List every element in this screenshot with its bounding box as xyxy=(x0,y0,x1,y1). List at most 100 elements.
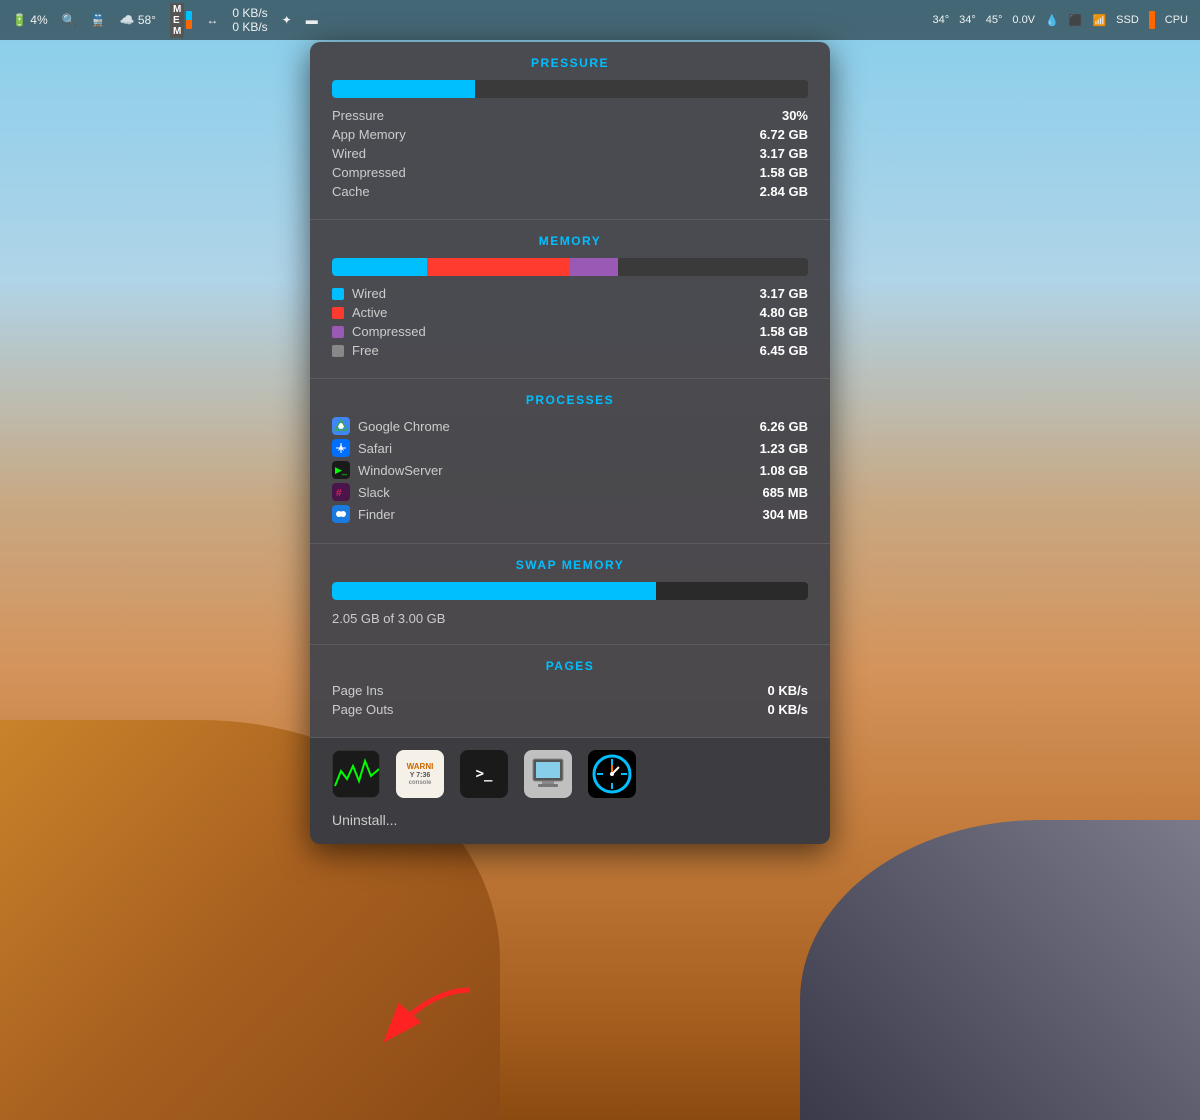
safari-process-value: 1.23 GB xyxy=(760,441,808,456)
chrome-process-row: Google Chrome 6.26 GB xyxy=(332,417,808,435)
pressure-value: 30% xyxy=(782,108,808,123)
temp-sensor-1: 34° xyxy=(932,14,949,26)
pressure-bar xyxy=(332,80,808,98)
app-memory-row: App Memory 6.72 GB xyxy=(332,127,808,142)
activity-monitor-dock-icon[interactable] xyxy=(332,750,380,798)
safari-process-row: Safari 1.23 GB xyxy=(332,439,808,457)
weather-label: ☁️ 58° xyxy=(120,13,156,27)
istat-dock-icon[interactable] xyxy=(588,750,636,798)
display-icon[interactable]: ▬ xyxy=(306,13,318,27)
page-outs-value: 0 KB/s xyxy=(768,702,808,717)
compressed-memory-label: Compressed xyxy=(332,324,426,339)
wired-pressure-value: 3.17 GB xyxy=(760,146,808,161)
page-ins-label: Page Ins xyxy=(332,683,383,698)
wired-pressure-label: Wired xyxy=(332,146,366,161)
cpu-label: CPU xyxy=(1165,14,1188,26)
voltage-display: 0.0V xyxy=(1012,14,1035,26)
water-icon[interactable]: 💧 xyxy=(1045,14,1059,27)
compressed-memory-value: 1.58 GB xyxy=(760,324,808,339)
wired-memory-value: 3.17 GB xyxy=(760,286,808,301)
safari-icon xyxy=(332,439,350,457)
memory-bar-free xyxy=(618,258,808,276)
swap-memory-section: SWAP MEMORY 2.05 GB of 3.00 GB xyxy=(310,544,830,645)
memory-title: MEMORY xyxy=(332,234,808,248)
page-ins-row: Page Ins 0 KB/s xyxy=(332,683,808,698)
mem-badge[interactable]: MEM xyxy=(170,3,192,38)
magnifier-icon[interactable]: 🔍 xyxy=(62,13,77,27)
active-memory-label: Active xyxy=(332,305,387,320)
windowserver-process-value: 1.08 GB xyxy=(760,463,808,478)
dock-row: WARNI Y 7:36 console >_ xyxy=(310,738,830,812)
swap-memory-title: SWAP MEMORY xyxy=(332,558,808,572)
flux-icon[interactable]: ✦ xyxy=(282,13,292,27)
memory-bar xyxy=(332,258,808,276)
uninstall-label[interactable]: Uninstall... xyxy=(332,812,397,828)
memory-section: MEMORY Wired 3.17 GB Active 4.80 GB Com xyxy=(310,220,830,379)
compressed-pressure-row: Compressed 1.58 GB xyxy=(332,165,808,180)
memory-bar-active xyxy=(427,258,570,276)
network-stats: 0 KB/s 0 KB/s xyxy=(232,6,267,34)
pressure-section: PRESSURE Pressure 30% App Memory 6.72 GB… xyxy=(310,42,830,220)
resize-icon[interactable]: ↔ xyxy=(206,13,218,27)
console-dock-icon[interactable]: WARNI Y 7:36 console xyxy=(396,750,444,798)
pressure-title: PRESSURE xyxy=(332,56,808,70)
active-dot xyxy=(332,307,344,319)
uninstall-row: Uninstall... xyxy=(310,812,830,844)
pressure-label: Pressure xyxy=(332,108,384,123)
chrome-process-label: Google Chrome xyxy=(332,417,450,435)
compressed-memory-row: Compressed 1.58 GB xyxy=(332,324,808,339)
cache-value: 2.84 GB xyxy=(760,184,808,199)
system-info-dock-icon[interactable] xyxy=(524,750,572,798)
slack-icon: # xyxy=(332,483,350,501)
slack-process-row: # Slack 685 MB xyxy=(332,483,808,501)
ssd-label: SSD xyxy=(1116,14,1139,26)
slack-process-value: 685 MB xyxy=(762,485,808,500)
app-memory-label: App Memory xyxy=(332,127,406,142)
cache-label: Cache xyxy=(332,184,370,199)
page-outs-label: Page Outs xyxy=(332,702,393,717)
train-icon[interactable]: 🚆 xyxy=(91,13,106,27)
free-dot xyxy=(332,345,344,357)
processes-title: PROCESSES xyxy=(332,393,808,407)
terminal-icon-label: >_ xyxy=(476,766,493,782)
terminal-dock-icon[interactable]: >_ xyxy=(460,750,508,798)
mem-bar-mini xyxy=(186,11,192,29)
menubar: 🔋 4% 🔍 🚆 ☁️ 58° MEM ↔ 0 KB/s 0 KB/s ✦ ▬ … xyxy=(0,0,1200,40)
pressure-row: Pressure 30% xyxy=(332,108,808,123)
compressed-dot xyxy=(332,326,344,338)
chrome-icon xyxy=(332,417,350,435)
memory-popup-panel: PRESSURE Pressure 30% App Memory 6.72 GB… xyxy=(310,42,830,844)
wired-memory-row: Wired 3.17 GB xyxy=(332,286,808,301)
windowserver-icon: ▶_ xyxy=(332,461,350,479)
screen-record-icon[interactable]: ⬛ xyxy=(1069,14,1083,27)
active-memory-row: Active 4.80 GB xyxy=(332,305,808,320)
free-memory-value: 6.45 GB xyxy=(760,343,808,358)
temp-sensor-2: 34° xyxy=(959,14,976,26)
active-memory-value: 4.80 GB xyxy=(760,305,808,320)
temp-sensor-3: 45° xyxy=(986,14,1003,26)
swap-bar-fill xyxy=(332,582,656,600)
compressed-pressure-label: Compressed xyxy=(332,165,406,180)
finder-process-value: 304 MB xyxy=(762,507,808,522)
compressed-pressure-value: 1.58 GB xyxy=(760,165,808,180)
wired-pressure-row: Wired 3.17 GB xyxy=(332,146,808,161)
pages-title: PAGES xyxy=(332,659,808,673)
cpu-bar-mini xyxy=(1149,11,1155,29)
free-memory-row: Free 6.45 GB xyxy=(332,343,808,358)
wired-memory-label: Wired xyxy=(332,286,386,301)
swap-text: 2.05 GB of 3.00 GB xyxy=(332,611,445,626)
swap-bar xyxy=(332,582,808,600)
finder-process-row: Finder 304 MB xyxy=(332,505,808,523)
page-ins-value: 0 KB/s xyxy=(768,683,808,698)
wifi-icon[interactable]: 📶 xyxy=(1092,14,1106,27)
wired-dot xyxy=(332,288,344,300)
windowserver-process-label: ▶_ WindowServer xyxy=(332,461,443,479)
pages-section: PAGES Page Ins 0 KB/s Page Outs 0 KB/s xyxy=(310,645,830,738)
free-memory-label: Free xyxy=(332,343,379,358)
mem-label: MEM xyxy=(170,3,184,38)
app-memory-value: 6.72 GB xyxy=(760,127,808,142)
windowserver-process-row: ▶_ WindowServer 1.08 GB xyxy=(332,461,808,479)
memory-bar-wired xyxy=(332,258,427,276)
pressure-bar-fill xyxy=(332,80,475,98)
processes-section: PROCESSES Google Chrome 6.26 GB Safari 1… xyxy=(310,379,830,544)
